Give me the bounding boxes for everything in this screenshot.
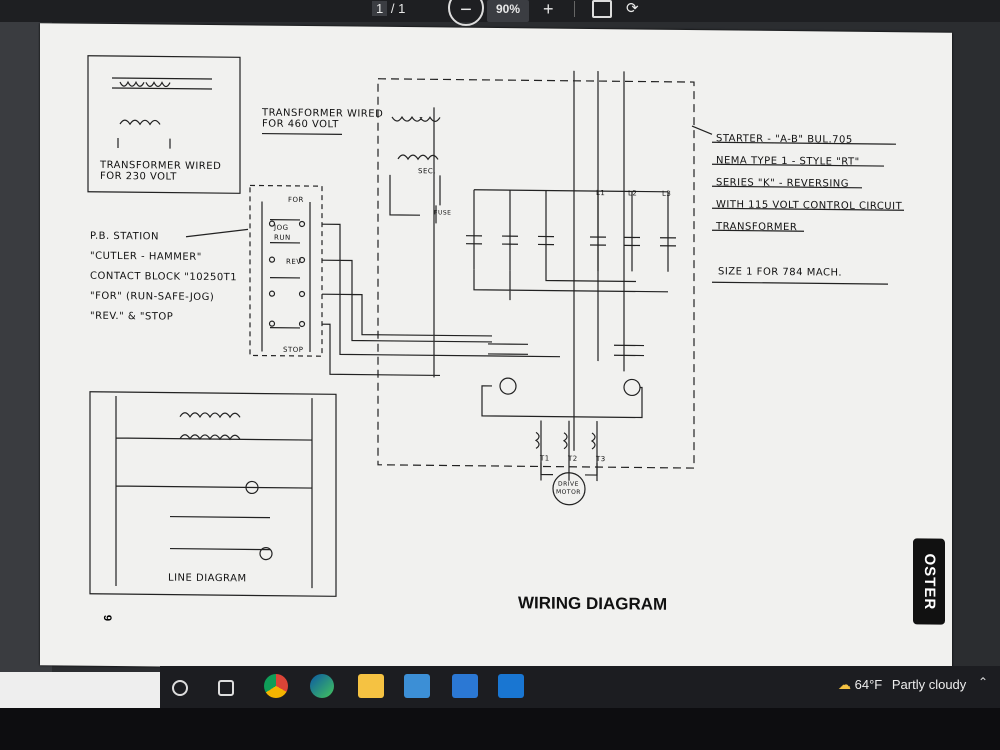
box-line-diagram	[89, 391, 337, 597]
transformer-460-line2: FOR 460 VOLT	[262, 118, 339, 131]
pdf-toolbar: 1 / 1 − 90% + ⟳	[0, 0, 1000, 26]
t1-label: T1	[540, 454, 550, 463]
chrome-icon[interactable]	[264, 674, 288, 698]
sec-label: SEC.	[418, 167, 436, 176]
diagram-title: WIRING DIAGRAM	[518, 593, 668, 614]
task-view-icon[interactable]	[218, 680, 234, 696]
starter-line3: SERIES "K" - REVERSING	[716, 177, 850, 190]
drive-motor-line2: MOTOR	[556, 488, 581, 496]
page-total: 1	[398, 1, 406, 16]
toolbar-divider	[574, 1, 575, 17]
zoom-level[interactable]: 90%	[487, 0, 529, 22]
jog-label: JOG	[274, 223, 289, 232]
photos-icon[interactable]	[498, 674, 524, 698]
starter-line2: NEMA TYPE 1 - STYLE "RT"	[716, 155, 860, 168]
starter-line1: STARTER - "A-B" BUL.705	[716, 133, 853, 146]
transformer-230-line2: FOR 230 VOLT	[100, 170, 177, 183]
file-explorer-icon[interactable]	[358, 674, 384, 698]
run-label: RUN	[274, 233, 291, 242]
fuse-label: FUSE	[434, 209, 452, 217]
mail-icon[interactable]	[452, 674, 478, 698]
pb-line5: "REV." & "STOP	[90, 310, 174, 323]
minus-icon: −	[460, 0, 472, 21]
t3-label: T3	[596, 455, 606, 464]
document-page: TRANSFORMER WIRED FOR 230 VOLT TRANSFORM…	[40, 23, 952, 675]
edge-icon[interactable]	[310, 674, 334, 698]
line-diagram-label: LINE DIAGRAM	[168, 572, 247, 585]
weather-text: Partly cloudy	[891, 677, 967, 692]
page-indicator: 1 / 1	[372, 0, 405, 22]
drive-motor-label: DRIVE MOTOR	[556, 481, 581, 497]
windows-taskbar: ☁ 64°F Partly cloudy ⌃	[160, 666, 1000, 708]
page-number: 9	[101, 614, 114, 622]
l3-label: L3	[662, 189, 672, 198]
partly-cloudy-icon: ☁	[838, 677, 851, 692]
size-label: SIZE 1 FOR 784 MACH.	[718, 266, 842, 279]
pb-line2: "CUTLER - HAMMER"	[90, 250, 202, 263]
l2-label: L2	[628, 189, 638, 198]
fit-page-icon[interactable]	[592, 0, 612, 18]
oster-logo: OSTER	[913, 538, 945, 625]
store-icon[interactable]	[404, 674, 430, 698]
chevron-up-icon[interactable]: ⌃	[978, 675, 988, 689]
pb-line4: "FOR" (RUN-SAFE-JOG)	[90, 290, 215, 304]
weather-temp: 64°F	[854, 677, 883, 692]
weather-widget[interactable]: ☁ 64°F Partly cloudy	[838, 677, 966, 693]
stop-label: STOP	[283, 345, 304, 354]
monitor-bezel	[0, 708, 1000, 750]
rev-label: REV	[286, 257, 302, 266]
pb-line1: P.B. STATION	[90, 230, 160, 243]
pb-station-label: P.B. STATION "CUTLER - HAMMER" CONTACT B…	[90, 227, 237, 329]
starter-line5: TRANSFORMER	[716, 221, 798, 234]
drive-motor-line1: DRIVE	[558, 480, 579, 488]
zoom-out-button[interactable]: −	[448, 0, 484, 26]
transformer-460-label: TRANSFORMER WIRED FOR 460 VOLT	[262, 108, 383, 131]
starter-label: STARTER - "A-B" BUL.705 NEMA TYPE 1 - ST…	[716, 128, 902, 240]
t2-label: T2	[568, 454, 578, 463]
pb-line3: CONTACT BLOCK "10250T1	[90, 270, 238, 284]
pb-station-box	[249, 184, 323, 357]
search-icon[interactable]	[172, 680, 188, 696]
l1-label: L1	[596, 189, 606, 198]
starter-line4: WITH 115 VOLT CONTROL CIRCUIT	[716, 199, 903, 213]
background-strip	[0, 672, 160, 708]
transformer-230-label: TRANSFORMER WIRED FOR 230 VOLT	[100, 160, 221, 183]
page-current[interactable]: 1	[372, 1, 388, 16]
starter-box	[377, 78, 695, 469]
zoom-in-button[interactable]: +	[543, 0, 554, 22]
rotate-icon[interactable]: ⟳	[626, 0, 639, 22]
for-label: FOR	[288, 195, 304, 204]
page-separator: /	[390, 1, 395, 16]
